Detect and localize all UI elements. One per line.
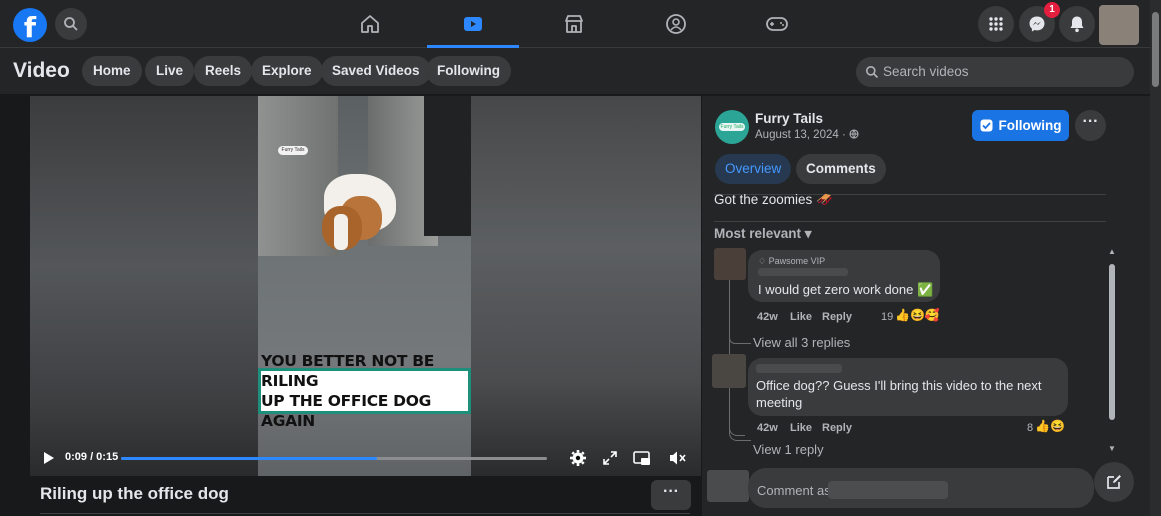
comments-scrollbar[interactable]: ▲ ▼ xyxy=(1107,247,1117,456)
pill-live[interactable]: Live xyxy=(145,56,195,86)
video-caption: YOU BETTER NOT BE RILING UP THE OFFICE D… xyxy=(258,352,471,430)
comment-text: Office dog?? Guess I'll bring this video… xyxy=(756,378,1042,410)
page-name-link[interactable]: Furry Tails xyxy=(755,111,823,126)
nav-tab-video[interactable] xyxy=(427,0,519,48)
new-message-button[interactable] xyxy=(1094,462,1134,502)
composer-name-blurred xyxy=(828,481,948,499)
section-title: Video xyxy=(13,59,70,82)
composer-avatar xyxy=(707,470,749,502)
search-icon[interactable] xyxy=(55,8,87,40)
divider xyxy=(40,513,690,514)
reaction-count[interactable]: 19 xyxy=(881,311,893,323)
player-controls: 0:09 / 0:15 xyxy=(30,440,701,476)
video-icon xyxy=(464,17,482,31)
comment-composer: Comment as xyxy=(702,468,1150,516)
tab-overview[interactable]: Overview xyxy=(715,154,792,184)
commenter-avatar[interactable] xyxy=(714,248,746,280)
notification-badge: 1 xyxy=(1044,2,1060,18)
comment-text: I would get zero work done ✅ xyxy=(758,282,934,297)
following-button[interactable]: Following xyxy=(972,110,1069,141)
playback-time: 0:09 / 0:15 xyxy=(65,451,119,463)
video-watermark: Furry Tails xyxy=(278,146,308,155)
check-box-icon xyxy=(980,119,992,132)
following-label: Following xyxy=(998,118,1062,133)
pill-saved-videos[interactable]: Saved Videos xyxy=(321,56,431,86)
comment-placeholder: Comment as xyxy=(757,483,831,498)
comment-age: 42w xyxy=(757,311,778,323)
like-link[interactable]: Like xyxy=(790,311,812,323)
video-subnav: Video Home Live Reels Explore Saved Vide… xyxy=(0,48,1150,94)
reaction-icons: 👍😆 xyxy=(1035,419,1065,433)
page-scrollbar[interactable] xyxy=(1150,0,1161,516)
post-date[interactable]: August 13, 2024 · xyxy=(755,129,859,141)
groups-icon xyxy=(666,14,686,34)
facebook-logo[interactable]: f xyxy=(13,8,47,42)
search-icon xyxy=(866,66,879,79)
page-avatar[interactable]: Furry Tails xyxy=(715,110,749,144)
home-icon xyxy=(361,15,379,33)
search-placeholder: Search videos xyxy=(883,64,969,79)
comment-sort-dropdown[interactable]: Most relevant ▾ xyxy=(714,226,812,242)
pill-following[interactable]: Following xyxy=(426,56,511,86)
progress-bar-fill xyxy=(121,457,377,460)
pill-explore[interactable]: Explore xyxy=(251,56,323,86)
commenter-avatar[interactable] xyxy=(712,354,746,388)
reply-link[interactable]: Reply xyxy=(822,311,852,323)
video-details-panel: Furry Tails Furry Tails August 13, 2024 … xyxy=(702,96,1150,516)
reaction-icons: 👍😆🥰 xyxy=(895,308,940,322)
comment-bubble: ♢ Pawsome VIP I would get zero work done… xyxy=(748,250,940,302)
reaction-count[interactable]: 8 xyxy=(1027,422,1033,434)
messenger-icon[interactable]: 1 xyxy=(1019,2,1060,42)
page-scrollbar-thumb[interactable] xyxy=(1152,12,1159,87)
comments-scrollbar-thumb[interactable] xyxy=(1109,264,1115,420)
menu-grid-icon[interactable] xyxy=(978,6,1014,42)
view-replies-link[interactable]: View all 3 replies xyxy=(753,335,850,350)
pill-reels[interactable]: Reels xyxy=(194,56,253,86)
vip-badge: ♢ Pawsome VIP xyxy=(758,256,826,266)
nav-tab-home[interactable] xyxy=(324,0,416,48)
scroll-down-arrow-icon[interactable]: ▼ xyxy=(1108,444,1116,453)
post-more-options-button[interactable]: ··· xyxy=(1075,110,1106,141)
like-link[interactable]: Like xyxy=(790,422,812,434)
globe-icon xyxy=(849,129,859,139)
divider xyxy=(714,221,1106,222)
nav-tab-gaming[interactable] xyxy=(731,0,823,48)
comment-bubble: Office dog?? Guess I'll bring this video… xyxy=(748,358,1068,416)
progress-bar[interactable] xyxy=(121,457,547,460)
video-frame: Furry Tails YOU BETTER NOT BE RILING UP … xyxy=(258,96,471,476)
play-icon[interactable] xyxy=(38,447,60,469)
nav-tab-groups[interactable] xyxy=(630,0,722,48)
commenter-name-blurred xyxy=(758,268,848,276)
fullscreen-icon[interactable] xyxy=(599,447,621,469)
comment-input[interactable]: Comment as xyxy=(748,468,1094,508)
nav-tab-marketplace[interactable] xyxy=(528,0,620,48)
compose-edit-icon xyxy=(1107,475,1121,489)
post-description: Got the zoomies 🛷 xyxy=(714,192,833,207)
comment-age: 42w xyxy=(757,422,778,434)
gaming-icon xyxy=(766,17,788,31)
comments-list: ♢ Pawsome VIP I would get zero work done… xyxy=(702,248,1122,468)
caption-line-2: UP THE OFFICE DOG AGAIN xyxy=(261,392,432,430)
view-replies-link[interactable]: View 1 reply xyxy=(753,442,824,457)
pill-home[interactable]: Home xyxy=(82,56,142,86)
caption-line-1: YOU BETTER NOT BE RILING xyxy=(261,352,435,390)
notifications-bell-icon[interactable] xyxy=(1059,6,1095,42)
video-player[interactable]: Furry Tails YOU BETTER NOT BE RILING UP … xyxy=(30,96,701,476)
video-blur-right xyxy=(471,96,701,476)
scroll-up-arrow-icon[interactable]: ▲ xyxy=(1108,247,1116,256)
search-videos-input[interactable]: Search videos xyxy=(856,57,1134,87)
marketplace-icon xyxy=(565,15,583,33)
video-more-options-button[interactable]: ··· xyxy=(651,480,691,510)
video-blur-left xyxy=(30,96,258,476)
settings-gear-icon[interactable] xyxy=(567,447,589,469)
mute-icon[interactable] xyxy=(667,447,689,469)
reply-link[interactable]: Reply xyxy=(822,422,852,434)
tab-comments[interactable]: Comments xyxy=(796,154,886,184)
top-navigation-bar: f 1 xyxy=(0,0,1161,48)
profile-avatar[interactable] xyxy=(1099,5,1139,45)
commenter-name-blurred xyxy=(756,364,842,373)
picture-in-picture-icon[interactable] xyxy=(631,447,653,469)
video-title: Riling up the office dog xyxy=(40,484,229,503)
